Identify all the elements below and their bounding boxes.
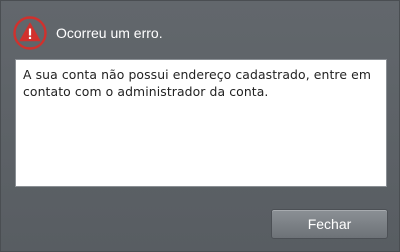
dialog-header: Ocorreu um erro. <box>13 15 163 51</box>
message-box: A sua conta não possui endereço cadastra… <box>15 59 387 187</box>
warning-icon <box>13 16 47 50</box>
dialog-title: Ocorreu um erro. <box>56 25 163 41</box>
error-message: A sua conta não possui endereço cadastra… <box>23 67 371 99</box>
error-dialog: Ocorreu um erro. A sua conta não possui … <box>0 0 400 252</box>
close-button[interactable]: Fechar <box>271 209 388 239</box>
